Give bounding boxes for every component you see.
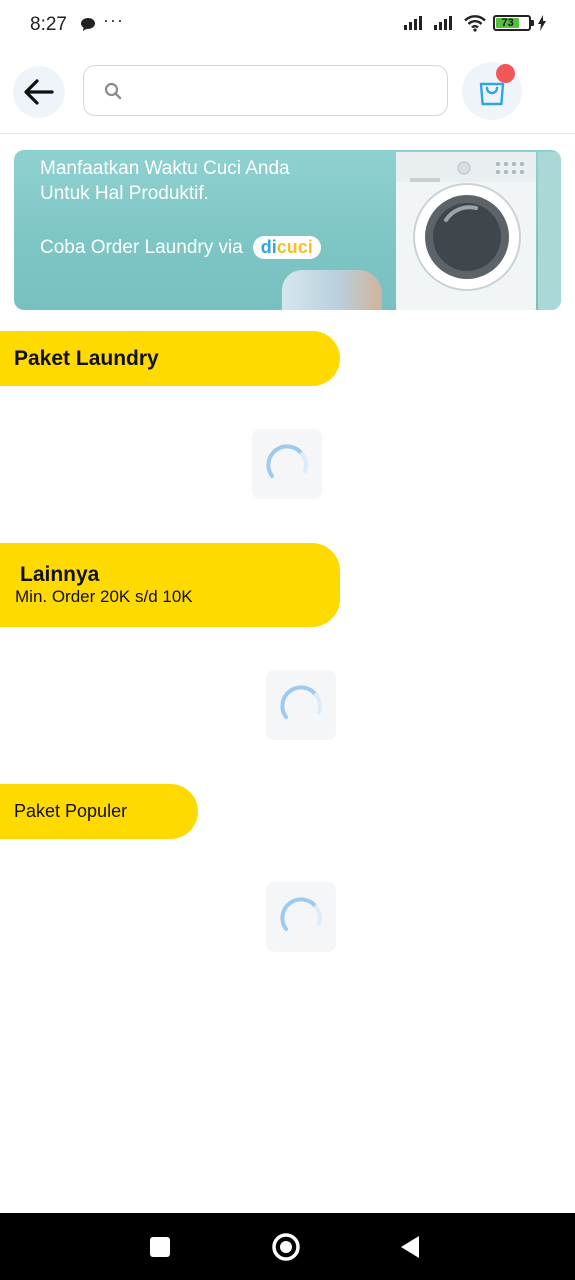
- spinner-icon: [280, 685, 322, 719]
- back-button[interactable]: [13, 66, 65, 118]
- search-input[interactable]: [132, 70, 422, 111]
- charging-icon: [538, 15, 546, 31]
- recent-apps-button[interactable]: [120, 1213, 200, 1280]
- section-title: Lainnya: [20, 563, 100, 586]
- battery-icon: 73: [493, 15, 534, 31]
- loading-spinner: [266, 882, 336, 952]
- section-header-paket-laundry: Paket Laundry: [0, 331, 340, 386]
- system-nav-bar: [0, 1213, 575, 1280]
- section-header-lainnya: Lainnya Min. Order 20K s/d 10K: [0, 543, 340, 627]
- back-nav-button[interactable]: [370, 1213, 450, 1280]
- search-icon: [104, 82, 122, 99]
- promo-banner[interactable]: Manfaatkan Waktu Cuci Anda Untuk Hal Pro…: [14, 150, 561, 310]
- cart-badge: [496, 64, 515, 83]
- search-box[interactable]: [83, 65, 448, 116]
- status-bar: 8:27 ··· 73: [0, 0, 575, 50]
- section-subtitle: Min. Order 20K s/d 10K: [15, 587, 193, 606]
- circle-home-icon: [272, 1232, 300, 1261]
- screen: 8:27 ··· 73 Manfaatkan Waktu Cuci Anda U…: [0, 0, 575, 1280]
- banner-line-1: Manfaatkan Waktu Cuci Anda: [40, 158, 290, 179]
- cart-button[interactable]: [462, 62, 522, 120]
- dicuci-logo: dicuci: [252, 236, 321, 259]
- battery-level: 73: [496, 17, 520, 29]
- loading-spinner: [252, 429, 322, 499]
- section-title: Paket Populer: [14, 801, 128, 821]
- status-icons: 73: [403, 14, 547, 32]
- square-icon: [150, 1236, 170, 1257]
- loading-spinner: [266, 670, 336, 740]
- signal-icon: [404, 16, 422, 30]
- arrow-left-icon: [24, 79, 54, 105]
- cloth-image: [282, 270, 382, 310]
- banner-line-3: Coba Order Laundry via: [40, 236, 243, 258]
- section-title: Paket Laundry: [14, 346, 159, 370]
- triangle-back-icon: [401, 1235, 419, 1258]
- spinner-icon: [280, 897, 322, 931]
- more-dots: ···: [103, 10, 124, 30]
- wifi-icon: [464, 15, 486, 32]
- washing-machine-image: [396, 152, 561, 310]
- section-header-paket-populer: Paket Populer: [0, 784, 198, 839]
- status-time: 8:27: [30, 14, 67, 35]
- spinner-icon: [266, 444, 308, 478]
- header: [0, 56, 575, 134]
- signal-icon: [434, 16, 452, 30]
- banner-line-2: Untuk Hal Produktif.: [40, 183, 209, 204]
- banner-headline: Manfaatkan Waktu Cuci Anda Untuk Hal Pro…: [40, 156, 290, 206]
- chat-bubble-icon: [80, 17, 96, 37]
- banner-cta: Coba Order Laundry via dicuci: [40, 236, 321, 259]
- home-button[interactable]: [246, 1213, 326, 1280]
